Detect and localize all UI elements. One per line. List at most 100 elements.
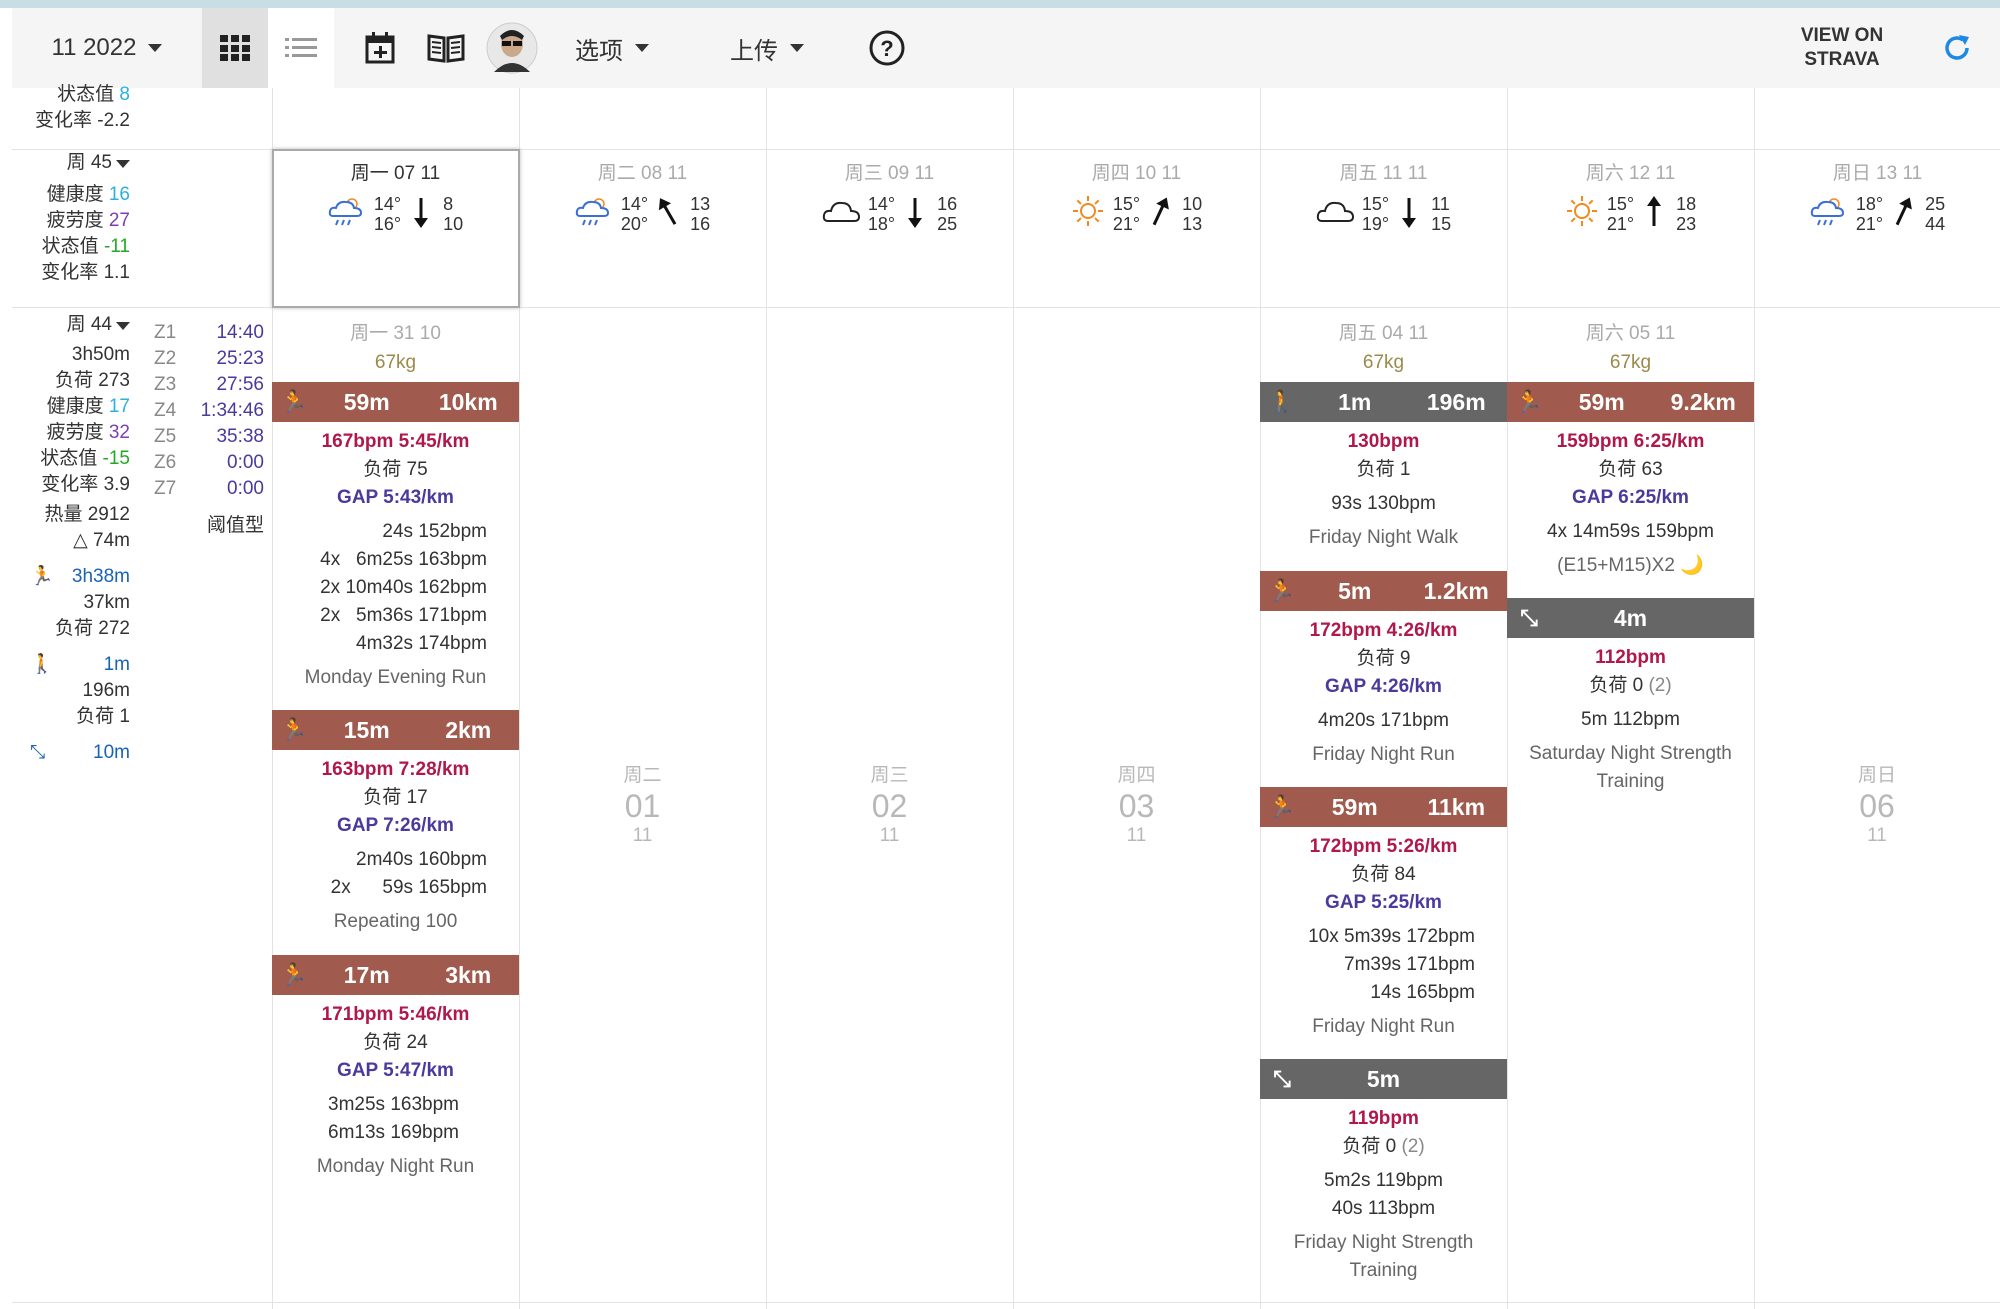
wind-speed: 10 13 (1182, 194, 1202, 234)
activity-load: 负荷 17 (363, 787, 428, 808)
day-name: 周日 (1857, 765, 1896, 786)
week44-toggle[interactable]: 周 44 (12, 312, 130, 338)
toolbar: 11 2022 选项 上传 ? VIEW ON STRAVA (12, 8, 2000, 88)
activity-title[interactable]: Monday Night Run (272, 1153, 519, 1181)
activity-title[interactable]: Monday Evening Run (272, 664, 519, 692)
strength-time: 10m (93, 742, 130, 763)
day-month: 11 (632, 825, 653, 846)
help-icon: ? (869, 30, 905, 66)
temp-low: 14° (620, 194, 649, 214)
run-distance: 37km (83, 592, 130, 613)
activity-distance: 11km (1427, 793, 1486, 820)
calendar-plus-icon (365, 32, 395, 64)
view-on-strava-link[interactable]: VIEW ON STRAVA (1782, 8, 1902, 88)
strength-icon: ⤡ (1273, 1066, 1291, 1091)
upload-label: 上传 (730, 37, 778, 65)
weather-forecast: 14° 16° 8 10 (272, 192, 519, 236)
wind-speed: 13 16 (690, 194, 710, 234)
add-event-button[interactable] (352, 8, 408, 88)
grid-view-button[interactable] (202, 8, 268, 88)
wind-max: 13 (1182, 214, 1203, 234)
empty-day[interactable]: 周二 01 11 (519, 760, 766, 847)
calendar-grid: 状态值 8 变化率 -2.2 周 45 健康度 16 疲劳度 27 状态值 -1… (12, 84, 2000, 1309)
zone-time: 14:40 (216, 322, 264, 343)
activity-card[interactable]: 🏃 15m 2km 163bpm 7:28/km 负荷 17 GAP 7:26/km… (272, 710, 519, 936)
activity-card[interactable]: 🏃 17m 3km 171bpm 5:46/km 负荷 24 GAP 5:47/km… (272, 955, 519, 1181)
activity-title[interactable]: Friday Night Run (1260, 1013, 1507, 1041)
activity-title[interactable]: Friday Night Strength (1260, 1229, 1507, 1257)
sun-icon (1565, 194, 1601, 234)
day-name: 周三 (870, 765, 909, 786)
activity-time: 1m (1338, 388, 1372, 415)
walk-distance: 196m (82, 680, 130, 701)
month-selector[interactable]: 11 2022 (42, 8, 172, 88)
activity-hr: 172bpm 5:26/km (1309, 836, 1458, 857)
activity-load: 负荷 24 (363, 1032, 428, 1053)
wind-arrow-icon (1148, 194, 1172, 234)
temp-low: 15° (1361, 194, 1390, 214)
day-month: 11 (1126, 825, 1147, 846)
run-icon: 🏃 (280, 389, 308, 414)
activity-title[interactable]: Friday Night Run (1260, 741, 1507, 769)
help-button[interactable]: ? (862, 8, 912, 88)
wind-max: 44 (1925, 214, 1946, 234)
zone-time: 27:56 (216, 374, 264, 395)
week44-summary: 周 44 3h50m 负荷 273 健康度 17 疲劳度 32 状态值 -15 … (12, 312, 130, 766)
avatar-image-icon (486, 22, 538, 74)
activity-time: 15m (343, 716, 390, 743)
lap-line: 4m20s 171bpm (1318, 710, 1449, 731)
wind-arrow-icon (409, 194, 433, 234)
zone-time: 35:38 (216, 426, 264, 447)
prev-week-summary: 状态值 8 变化率 -2.2 (12, 82, 130, 134)
temp-low: 18° (1855, 194, 1884, 214)
lap-line: 5m2s 119bpm (1324, 1170, 1443, 1191)
refresh-button[interactable] (1932, 8, 1982, 88)
activity-title-line-2[interactable]: Training (1260, 1257, 1507, 1285)
avatar[interactable] (482, 8, 542, 88)
activity-load: 负荷 9 (1356, 648, 1411, 669)
activity-title[interactable]: Repeating 100 (272, 908, 519, 936)
walk-icon: 🚶 (1268, 389, 1296, 414)
activity-card[interactable]: ⤡ 5m 119bpm 负荷 0 (2) 5m2s 119bpm 40s 113b… (1260, 1059, 1507, 1285)
empty-day[interactable]: 周三 02 11 (766, 760, 1013, 847)
activity-card[interactable]: 🚶 1m 196m 130bpm 负荷 1 93s 130bpm Friday Ni… (1260, 382, 1507, 552)
lap-line: 3m25s 163bpm (328, 1094, 459, 1115)
activity-hr: 171bpm 5:46/km (321, 1004, 470, 1025)
activity-load: 负荷 75 (363, 459, 428, 480)
wind-speed: 11 15 (1431, 194, 1451, 234)
empty-day[interactable]: 周四 03 11 (1013, 760, 1260, 847)
activity-gap: GAP 5:43/km (337, 487, 454, 508)
activity-title-line-2[interactable]: Training (1507, 768, 1754, 796)
lap-line: 93s 130bpm (1331, 493, 1436, 514)
temp-high: 21° (1606, 214, 1635, 234)
week45-toggle[interactable]: 周 45 (12, 150, 130, 176)
activity-distance: 196m (1426, 388, 1486, 415)
day-header: 周日 13 11 (1832, 163, 1923, 184)
activity-title[interactable]: (E15+M15)X2 🌙 (1507, 552, 1754, 580)
empty-day[interactable]: 周日 06 11 (1754, 760, 2000, 847)
notebook-button[interactable] (418, 8, 474, 88)
activity-load: 负荷 0 (1342, 1136, 1397, 1157)
activity-card[interactable]: 🏃 59m 10km 167bpm 5:45/km 负荷 75 GAP 5:43/k… (272, 382, 519, 692)
fitness-label: 健康度 (46, 184, 104, 205)
activity-time: 59m (1578, 388, 1625, 415)
zone-name: Z3 (154, 374, 177, 395)
upload-menu[interactable]: 上传 (722, 8, 812, 88)
fitness-value: 16 (108, 184, 130, 205)
wind-speed: 25 44 (1925, 194, 1945, 234)
duration-value: 3h50m (71, 344, 130, 365)
day-header: 周五 11 11 (1339, 163, 1428, 184)
activity-card[interactable]: 🏃 59m 11km 172bpm 5:26/km 负荷 84 GAP 5:25/k… (1260, 787, 1507, 1041)
list-view-button[interactable] (268, 8, 334, 88)
activity-card[interactable]: 🏃 59m 9.2km 159bpm 6:25/km 负荷 63 GAP 6:25/… (1507, 382, 1754, 580)
activity-card[interactable]: 🏃 5m 1.2km 172bpm 4:26/km 负荷 9 GAP 4:26/km… (1260, 571, 1507, 769)
activity-gap: GAP 5:25/km (1325, 892, 1442, 913)
activity-title[interactable]: Saturday Night Strength (1507, 740, 1754, 768)
activity-title[interactable]: Friday Night Walk (1260, 524, 1507, 552)
options-menu[interactable]: 选项 (567, 8, 657, 88)
wind-arrow-icon (1891, 194, 1915, 234)
week-label: 周 44 (66, 314, 112, 335)
activity-time: 59m (343, 388, 390, 415)
activity-card[interactable]: ⤡ 4m 112bpm 负荷 0 (2) 5m 112bpm Saturday N… (1507, 598, 1754, 796)
activity-load: 负荷 63 (1598, 459, 1663, 480)
